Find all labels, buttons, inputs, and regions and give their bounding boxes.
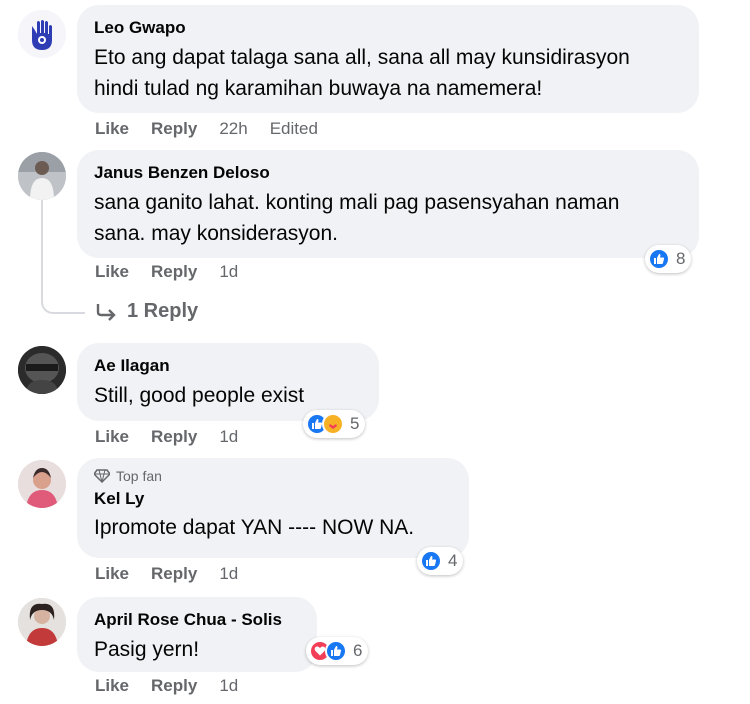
comment-bubble: Janus Benzen Deloso sana ganito lahat. k…	[77, 150, 699, 258]
care-reaction-icon	[322, 413, 344, 435]
reaction-count: 8	[676, 249, 686, 268]
profile-photo-icon	[18, 152, 66, 200]
reply-button[interactable]: Reply	[151, 119, 197, 139]
comment-author[interactable]: Kel Ly	[94, 488, 451, 510]
avatar[interactable]	[18, 10, 66, 58]
reaction-summary[interactable]: 8	[645, 245, 692, 273]
reaction-count: 4	[448, 551, 458, 570]
hamsa-icon	[18, 10, 66, 58]
comment-author[interactable]: Ae Ilagan	[94, 355, 361, 377]
comment-bubble: Top fan Kel Ly Ipromote dapat YAN ---- N…	[77, 458, 469, 558]
comment-actions: Like Reply 22h Edited	[95, 119, 340, 139]
profile-photo-icon	[18, 346, 66, 394]
comment-text: Still, good people exist	[94, 384, 305, 407]
replies-count-label[interactable]: 1 Reply	[127, 300, 198, 323]
reply-button[interactable]: Reply	[151, 262, 197, 282]
profile-photo-icon	[18, 598, 66, 646]
reply-button[interactable]: Reply	[151, 427, 197, 447]
comment-author[interactable]: April Rose Chua - Solis	[94, 609, 299, 631]
comment-actions: Like Reply 1d	[95, 676, 260, 696]
thread-connector	[41, 200, 43, 300]
like-button[interactable]: Like	[95, 427, 129, 447]
reaction-summary[interactable]: 4	[417, 547, 464, 575]
comment-actions: Like Reply 1d	[95, 427, 260, 447]
reaction-count: 5	[350, 414, 360, 433]
diamond-icon	[94, 469, 110, 483]
comment-text: hindi tulad ng karamihan buwaya na namem…	[94, 77, 543, 100]
like-button[interactable]: Like	[95, 119, 129, 139]
comment-actions: Like Reply 1d	[95, 262, 260, 282]
comment-author[interactable]: Leo Gwapo	[94, 17, 681, 39]
view-replies-link[interactable]: 1 Reply	[95, 300, 198, 323]
timestamp[interactable]: 22h	[219, 119, 247, 139]
timestamp[interactable]: 1d	[219, 564, 238, 584]
like-reaction-icon	[325, 640, 347, 662]
comment-text: sana ganito lahat. konting mali pag pase…	[94, 191, 620, 214]
like-button[interactable]: Like	[95, 262, 129, 282]
reply-arrow-icon	[96, 303, 116, 321]
comment-bubble: Leo Gwapo Eto ang dapat talaga sana all,…	[77, 5, 699, 113]
reaction-summary[interactable]: 6	[306, 637, 369, 665]
like-reaction-icon	[648, 248, 670, 270]
reaction-summary[interactable]: 5	[303, 410, 366, 438]
edited-label: Edited	[269, 119, 318, 138]
comment-bubble: April Rose Chua - Solis Pasig yern!	[77, 597, 317, 672]
top-fan-badge: Top fan	[94, 468, 451, 484]
top-fan-label: Top fan	[116, 468, 162, 484]
avatar[interactable]	[18, 346, 66, 394]
comment-text: Eto ang dapat talaga sana all, sana all …	[94, 46, 630, 69]
reaction-count: 6	[353, 641, 363, 660]
comment-text: Ipromote dapat YAN ---- NOW NA.	[94, 516, 415, 539]
avatar[interactable]	[18, 460, 66, 508]
like-button[interactable]: Like	[95, 564, 129, 584]
comment-actions: Like Reply 1d	[95, 564, 260, 584]
timestamp[interactable]: 1d	[219, 427, 238, 447]
comment-text: Pasig yern!	[94, 638, 200, 661]
avatar[interactable]	[18, 152, 66, 200]
like-reaction-icon	[420, 550, 442, 572]
comment-text: sana. may konsiderasyon.	[94, 222, 338, 245]
avatar[interactable]	[18, 598, 66, 646]
reply-button[interactable]: Reply	[151, 564, 197, 584]
reply-button[interactable]: Reply	[151, 676, 197, 696]
profile-photo-icon	[18, 460, 66, 508]
like-button[interactable]: Like	[95, 676, 129, 696]
timestamp[interactable]: 1d	[219, 676, 238, 696]
thread-connector-curve	[41, 298, 85, 314]
comment-author[interactable]: Janus Benzen Deloso	[94, 162, 681, 184]
timestamp[interactable]: 1d	[219, 262, 238, 282]
